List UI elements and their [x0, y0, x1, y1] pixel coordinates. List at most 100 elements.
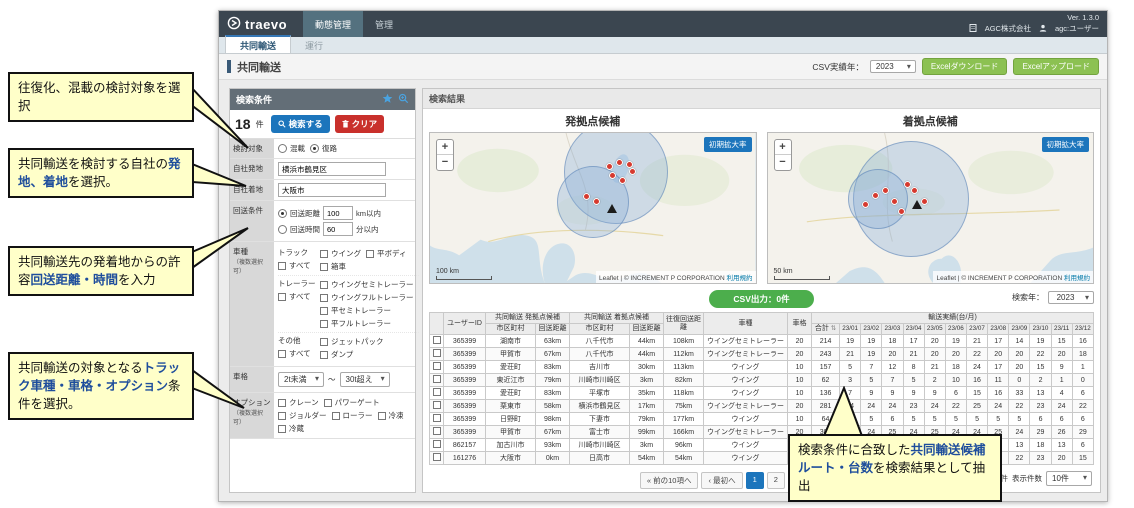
cell: 愛荘町: [486, 361, 536, 374]
header-arr-city: 市区町村: [570, 324, 630, 335]
user-name[interactable]: agc:ユーザー: [1055, 24, 1099, 34]
deadhead-time-unit: 分以内: [356, 224, 379, 235]
deadhead-time-radio[interactable]: [278, 225, 287, 234]
destination-input[interactable]: [278, 183, 386, 197]
option-checkbox[interactable]: 冷凍: [378, 410, 404, 421]
zoom-out-button[interactable]: −: [437, 155, 453, 170]
zoom-search-icon[interactable]: [398, 93, 409, 106]
cell: 八千代市: [570, 335, 630, 348]
zoom-control: + −: [436, 139, 454, 171]
deadhead-distance-radio[interactable]: [278, 209, 287, 218]
terms-link[interactable]: 利用規約: [1064, 275, 1090, 282]
class-from-select[interactable]: 2t未満: [278, 372, 324, 387]
month-header: 23/12: [1072, 324, 1093, 335]
vehicle-type-checkbox[interactable]: 平ボディ: [366, 248, 406, 259]
csv-year-select[interactable]: 2023: [870, 60, 916, 73]
cell: ウイング: [704, 374, 788, 387]
target-option[interactable]: 復路: [310, 143, 337, 154]
vehicle-all-checkbox[interactable]: すべて: [278, 291, 315, 302]
cell: 16: [1072, 335, 1093, 348]
cell: 214: [812, 335, 840, 348]
search-button[interactable]: 検索する: [271, 115, 330, 133]
reset-zoom-button[interactable]: 初期拡大率: [704, 137, 752, 152]
tab-item[interactable]: 運行: [291, 37, 337, 53]
page-button[interactable]: 2: [767, 472, 785, 489]
checkbox-cell: [430, 439, 444, 452]
favorite-star-icon[interactable]: [382, 93, 393, 106]
origin-input[interactable]: [278, 162, 386, 176]
vehicle-type-checkbox[interactable]: ジェットパック: [320, 336, 384, 347]
header-total[interactable]: 合計 ⇅: [812, 324, 840, 335]
csv-output-button[interactable]: CSV出力：0件: [709, 290, 813, 308]
cell: 22: [966, 348, 987, 361]
header-arrival-group: 共同輸送 着拠点候補: [570, 313, 664, 324]
vehicle-all-checkbox[interactable]: すべて: [278, 348, 315, 359]
nav-item[interactable]: 動態管理: [303, 11, 363, 37]
deadhead-distance-input[interactable]: [323, 206, 353, 220]
cell: 10: [788, 387, 812, 400]
row-checkbox[interactable]: [433, 440, 441, 448]
option-checkbox[interactable]: クレーン: [278, 397, 319, 408]
vehicle-type-checkbox[interactable]: ダンプ: [320, 349, 353, 360]
deadhead-time-input[interactable]: [323, 222, 353, 236]
map-canvas[interactable]: + − 初期拡大率 50 km Leaflet | © INCREMENT P …: [767, 132, 1095, 284]
nav-item[interactable]: 管理: [363, 11, 405, 37]
tab-active[interactable]: 共同輸送: [225, 35, 291, 53]
row-checkbox[interactable]: [433, 362, 441, 370]
cell: 79km: [536, 374, 570, 387]
vehicle-type-checkbox[interactable]: ウイングフルトレーラー: [320, 292, 414, 303]
cell: 83km: [536, 387, 570, 400]
user-icon: [1039, 24, 1047, 35]
cell: 5: [924, 413, 945, 426]
per-page-select[interactable]: 10件: [1046, 471, 1092, 486]
terms-link[interactable]: 利用規約: [727, 275, 753, 282]
zoom-in-button[interactable]: +: [775, 140, 791, 155]
row-checkbox[interactable]: [433, 336, 441, 344]
vehicle-group-name: その他: [278, 335, 320, 346]
class-tilde: ～: [328, 374, 336, 385]
option-checkbox[interactable]: パワーゲート: [324, 397, 380, 408]
page-button[interactable]: 1: [746, 472, 764, 489]
row-checkbox[interactable]: [433, 349, 441, 357]
search-year-select[interactable]: 2023: [1048, 291, 1094, 304]
zoom-out-button[interactable]: −: [775, 155, 791, 170]
map-scale: 50 km: [774, 268, 830, 280]
vehicle-all-checkbox[interactable]: すべて: [278, 260, 315, 271]
checkbox-icon: [320, 281, 328, 289]
excel-download-button[interactable]: Excelダウンロード: [922, 58, 1008, 75]
zoom-in-button[interactable]: +: [437, 140, 453, 155]
cell: 平塚市: [570, 387, 630, 400]
option-checkbox[interactable]: ローラー: [332, 410, 373, 421]
checkbox-icon: [324, 399, 332, 407]
table-row: 365399愛荘町83km平塚市35km118kmウイング10136799996…: [430, 387, 1094, 400]
clear-button[interactable]: クリア: [335, 115, 385, 133]
cell: 14: [1009, 335, 1030, 348]
header-round-trip: 往復回送距離: [664, 313, 704, 335]
cell: 20: [788, 348, 812, 361]
class-to-select[interactable]: 30t超え: [340, 372, 390, 387]
row-checkbox[interactable]: [433, 453, 441, 461]
month-header: 23/04: [903, 324, 924, 335]
map-canvas[interactable]: + − 初期拡大率 100 km Leaflet | © INCREMENT P…: [429, 132, 757, 284]
reset-zoom-button[interactable]: 初期拡大率: [1042, 137, 1090, 152]
page-button[interactable]: ‹ 最初へ: [701, 472, 742, 489]
vehicle-type-checkbox[interactable]: 平セミトレーラー: [320, 305, 391, 316]
arrival-map-title: 着拠点候補: [767, 111, 1095, 132]
target-option[interactable]: 混載: [278, 143, 305, 154]
option-checkbox[interactable]: 冷蔵: [278, 423, 304, 434]
row-checkbox[interactable]: [433, 414, 441, 422]
vehicle-type-checkbox[interactable]: ウイングセミトレーラー: [320, 279, 414, 290]
row-checkbox[interactable]: [433, 401, 441, 409]
vehicle-group: その他すべてジェットパックダンプ: [278, 332, 419, 363]
row-checkbox[interactable]: [433, 375, 441, 383]
app-version: Ver. 1.3.0: [969, 13, 1099, 23]
page-button[interactable]: « 前の10項へ: [640, 472, 699, 489]
vehicle-type-checkbox[interactable]: 平フルトレーラー: [320, 318, 391, 329]
row-checkbox[interactable]: [433, 388, 441, 396]
vehicle-type-checkbox[interactable]: 箱車: [320, 261, 346, 272]
excel-upload-button[interactable]: Excelアップロード: [1013, 58, 1099, 75]
vehicle-type-checkbox[interactable]: ウイング: [320, 248, 361, 259]
cell: 166km: [664, 426, 704, 439]
option-checkbox[interactable]: ジョルダー: [278, 410, 327, 421]
row-checkbox[interactable]: [433, 427, 441, 435]
